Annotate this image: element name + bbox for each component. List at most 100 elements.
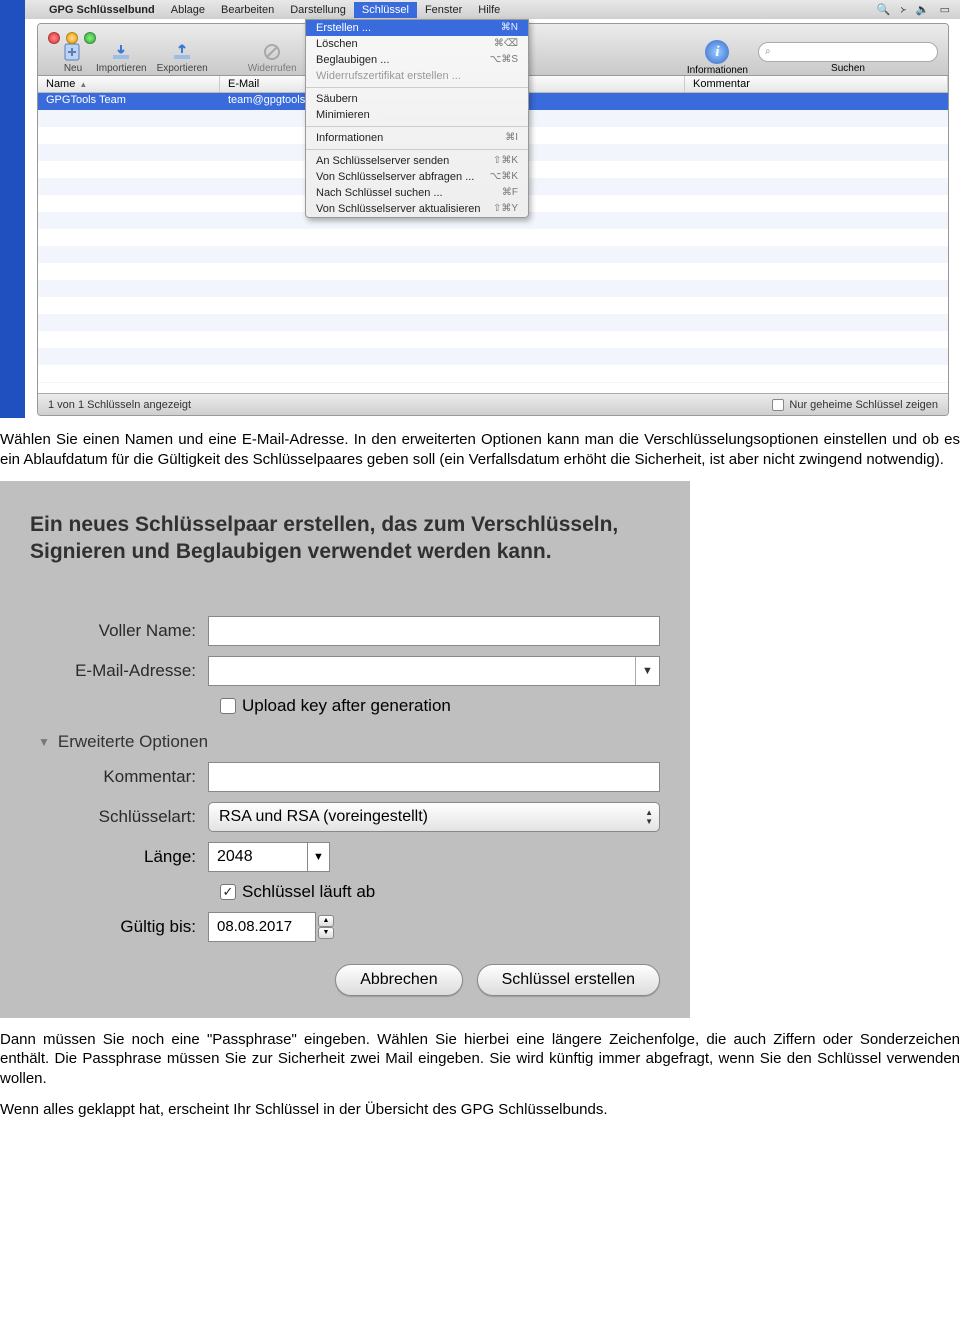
sort-indicator-icon: ▲ [79, 80, 87, 89]
valid-until-value: 08.08.2017 [217, 918, 292, 935]
menu-view[interactable]: Darstellung [282, 2, 354, 18]
label-full-name: Voller Name: [30, 621, 208, 641]
toolbar-import-label: Importieren [96, 63, 147, 74]
row-valid-until: Gültig bis: 08.08.2017 ▲▼ [30, 912, 660, 942]
label-valid-until: Gültig bis: [30, 917, 208, 937]
menu-item: Widerrufszertifikat erstellen ... [306, 68, 528, 84]
key-expires-label: Schlüssel läuft ab [242, 882, 375, 902]
menu-separator [306, 149, 528, 150]
create-key-dialog: Ein neues Schlüsselpaar erstellen, das z… [0, 481, 690, 1018]
bluetooth-icon[interactable]: ᚛ [900, 3, 906, 16]
secret-only-checkbox[interactable] [772, 399, 784, 411]
menu-help[interactable]: Hilfe [470, 2, 508, 18]
menu-item-shortcut: ⇧⌘Y [493, 203, 518, 215]
upload-key-label: Upload key after generation [242, 696, 451, 716]
menu-item-label: Erstellen ... [316, 22, 371, 34]
dialog-button-bar: Abbrechen Schlüssel erstellen [30, 964, 660, 996]
menu-item[interactable]: Erstellen ...⌘N [306, 20, 528, 36]
menu-window[interactable]: Fenster [417, 2, 470, 18]
input-comment[interactable] [208, 762, 660, 792]
desktop-edge [0, 0, 25, 418]
menu-item-label: Beglaubigen ... [316, 54, 389, 66]
zoom-icon[interactable] [84, 32, 96, 44]
toolbar-info-label: Informationen [687, 65, 748, 76]
menu-file[interactable]: Ablage [163, 2, 213, 18]
create-key-button[interactable]: Schlüssel erstellen [477, 964, 660, 996]
menu-item[interactable]: Minimieren [306, 107, 528, 123]
column-name[interactable]: Name ▲ [38, 76, 220, 92]
close-icon[interactable] [48, 32, 60, 44]
menu-item-label: Nach Schlüssel suchen ... [316, 187, 443, 199]
menubar-app-name[interactable]: GPG Schlüsselbund [41, 2, 163, 18]
menu-separator [306, 87, 528, 88]
menu-key[interactable]: Schlüssel [354, 2, 417, 18]
status-bar: 1 von 1 Schlüsseln angezeigt Nur geheime… [38, 393, 948, 415]
column-comment-label: Kommentar [693, 78, 750, 90]
advanced-options-disclosure[interactable]: ▼ Erweiterte Optionen [38, 732, 660, 752]
spotlight-icon[interactable]: 🔍 [877, 3, 891, 16]
menu-item-shortcut: ⌘F [502, 187, 518, 199]
cancel-button-label: Abbrechen [360, 971, 437, 989]
volume-icon[interactable]: 🔈 [916, 3, 930, 16]
toolbar-info-button[interactable]: i Informationen [687, 40, 748, 76]
input-full-name[interactable] [208, 616, 660, 646]
toolbar-new-button[interactable]: Neu [60, 42, 86, 74]
chevron-down-icon: ▼ [318, 927, 334, 939]
keytype-value: RSA und RSA (voreingestellt) [219, 808, 428, 826]
column-name-label: Name [46, 78, 75, 90]
input-length[interactable]: 2048 [208, 842, 308, 872]
menu-item-label: Löschen [316, 38, 358, 50]
apple-icon[interactable] [29, 8, 41, 12]
select-keytype[interactable]: RSA und RSA (voreingestellt) ▲▼ [208, 802, 660, 832]
menu-item[interactable]: Löschen⌘⌫ [306, 36, 528, 52]
row-comment: Kommentar: [30, 762, 660, 792]
email-dropdown-arrow-icon[interactable]: ▼ [635, 657, 659, 685]
row-email: E-Mail-Adresse: ▼ [30, 656, 660, 686]
menu-item-shortcut: ⌥⌘S [490, 54, 518, 66]
toolbar-search-label: Suchen [831, 63, 865, 74]
input-email[interactable]: ▼ [208, 656, 660, 686]
create-key-button-label: Schlüssel erstellen [502, 971, 635, 989]
key-expires-checkbox[interactable]: ✓ [220, 884, 236, 900]
menu-item-label: Informationen [316, 132, 383, 144]
menu-item[interactable]: Informationen⌘I [306, 130, 528, 146]
disclosure-triangle-icon: ▼ [38, 735, 50, 749]
length-value: 2048 [217, 848, 253, 866]
menu-item-shortcut: ⇧⌘K [493, 155, 518, 167]
mac-menubar: GPG Schlüsselbund Ablage Bearbeiten Dars… [25, 0, 960, 19]
gpg-keychain-screenshot: GPG Schlüsselbund Ablage Bearbeiten Dars… [0, 0, 960, 418]
key-menu-dropdown: Erstellen ...⌘NLöschen⌘⌫ Beglaubigen ... ⌥… [305, 19, 529, 218]
search-icon: ⌕ [765, 46, 771, 57]
toolbar-new-label: Neu [64, 63, 82, 74]
info-icon: i [705, 40, 729, 64]
toolbar-search: ⌕ Suchen [758, 42, 938, 74]
toolbar-export-button[interactable]: Exportieren [157, 42, 208, 74]
menu-item-shortcut: ⌥⌘K [490, 171, 518, 183]
input-valid-until[interactable]: 08.08.2017 [208, 912, 316, 942]
menu-item[interactable]: Nach Schlüssel suchen ... ⌘F [306, 185, 528, 201]
date-stepper[interactable]: ▲▼ [318, 912, 334, 942]
paragraph-2: Dann müssen Sie noch eine "Passphrase" e… [0, 1030, 960, 1089]
toolbar-revoke-label: Widerrufen [248, 63, 297, 74]
menu-item[interactable]: An Schlüsselserver senden⇧⌘K [306, 153, 528, 169]
label-length: Länge: [30, 847, 208, 867]
menu-edit[interactable]: Bearbeiten [213, 2, 282, 18]
row-full-name: Voller Name: [30, 616, 660, 646]
menu-item[interactable]: Von Schlüsselserver abfragen ...⌥⌘K [306, 169, 528, 185]
search-input[interactable]: ⌕ [758, 42, 938, 62]
toolbar-revoke-button[interactable]: Widerrufen [248, 42, 297, 74]
window-traffic-lights [48, 32, 96, 44]
paragraph-1-lead: Wählen Sie einen Namen und eine E-Mail-A… [0, 431, 349, 448]
length-dropdown-arrow-icon[interactable]: ▼ [308, 842, 330, 872]
toolbar-import-button[interactable]: Importieren [96, 42, 147, 74]
menu-item[interactable]: Von Schlüsselserver aktualisieren⇧⌘Y [306, 201, 528, 217]
upload-key-checkbox[interactable] [220, 698, 236, 714]
menu-item[interactable]: Beglaubigen ... ⌥⌘S [306, 52, 528, 68]
chevron-up-icon: ▲ [318, 915, 334, 927]
battery-icon[interactable]: ▭ [940, 3, 950, 16]
cancel-button[interactable]: Abbrechen [335, 964, 462, 996]
column-comment[interactable]: Kommentar [685, 76, 948, 92]
menu-item[interactable]: Säubern [306, 91, 528, 107]
row-key-expires: ✓ Schlüssel läuft ab [220, 882, 660, 902]
minimize-icon[interactable] [66, 32, 78, 44]
